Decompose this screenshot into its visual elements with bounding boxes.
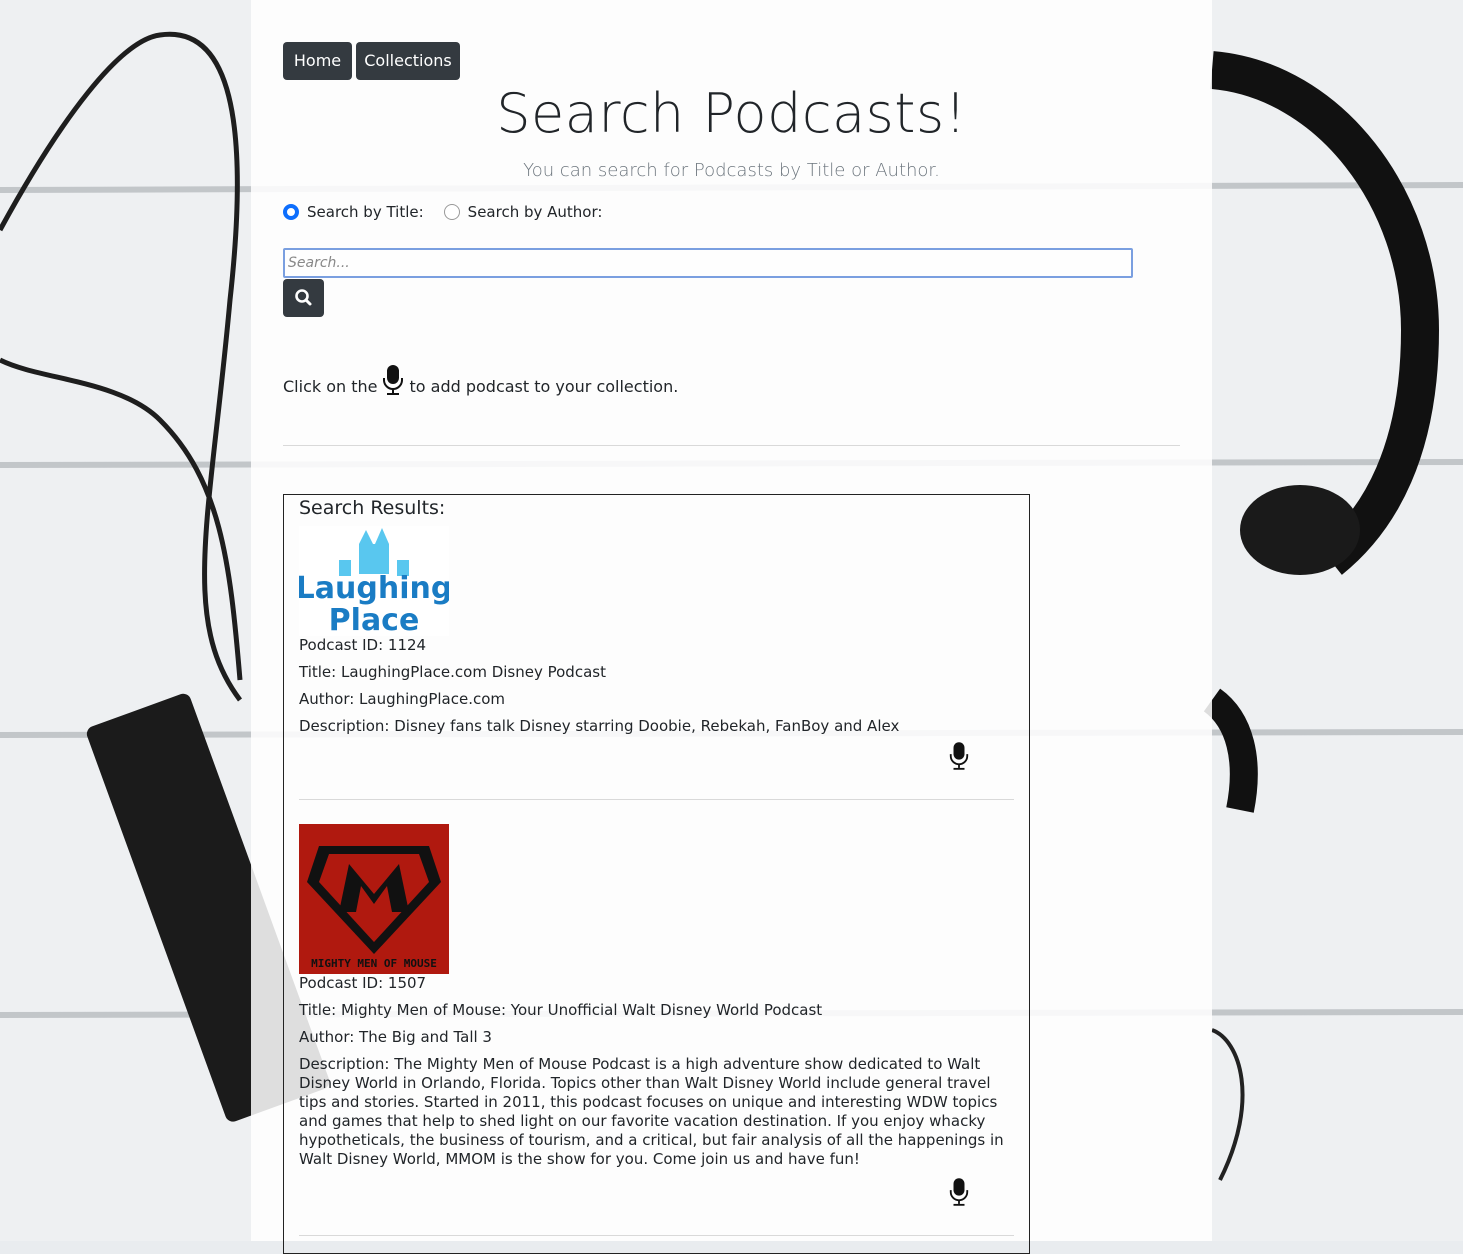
podcast-id: Podcast ID: 1124	[299, 636, 427, 654]
result-divider	[299, 799, 1014, 800]
svg-text:MIGHTY MEN OF MOUSE: MIGHTY MEN OF MOUSE	[311, 957, 437, 970]
search-by-title-label[interactable]: Search by Title:	[307, 203, 424, 221]
podcast-description: Description: Disney fans talk Disney sta…	[299, 717, 900, 735]
search-results-title: Search Results:	[299, 497, 446, 519]
add-to-collection-microphone-icon[interactable]	[948, 741, 970, 771]
search-by-author-radio[interactable]	[443, 204, 460, 220]
divider	[283, 445, 1180, 446]
svg-text:Laughing: Laughing	[299, 571, 449, 606]
collections-button[interactable]: Collections	[356, 42, 460, 80]
podcast-author: Author: LaughingPlace.com	[299, 690, 506, 708]
add-hint-before: Click on the	[283, 377, 378, 396]
search-icon	[295, 289, 312, 306]
search-input[interactable]	[283, 248, 1133, 278]
page-subtitle: You can search for Podcasts by Title or …	[523, 160, 940, 181]
result-item: Laughing Place Podcast ID: 1124 Title: L…	[299, 526, 1014, 736]
search-mode-radios: Search by Title: Search by Author:	[283, 203, 602, 221]
svg-text:Place: Place	[329, 603, 420, 636]
podcast-description: Description: The Mighty Men of Mouse Pod…	[299, 1055, 1004, 1168]
podcast-id: Podcast ID: 1507	[299, 974, 427, 992]
add-hint: Click on the to add podcast to your coll…	[283, 364, 678, 396]
home-button[interactable]: Home	[283, 42, 352, 80]
search-button[interactable]	[283, 279, 324, 317]
podcast-logo-laughing-place: Laughing Place	[299, 526, 449, 636]
result-item: MIGHTY MEN OF MOUSE Podcast ID: 1507 Tit…	[299, 824, 1014, 1169]
podcast-title: Title: LaughingPlace.com Disney Podcast	[299, 663, 606, 681]
podcast-logo-mighty-men-of-mouse: MIGHTY MEN OF MOUSE	[299, 824, 449, 974]
add-hint-after: to add podcast to your collection.	[409, 377, 679, 396]
search-results-panel: Search Results: Laughing Place Podcast I…	[283, 494, 1030, 1254]
podcast-title: Title: Mighty Men of Mouse: Your Unoffic…	[299, 1001, 823, 1019]
search-by-author-label[interactable]: Search by Author:	[468, 203, 603, 221]
search-by-title-radio[interactable]	[283, 204, 299, 220]
page-title: Search Podcasts!	[496, 82, 967, 145]
microphone-icon	[383, 365, 404, 395]
add-to-collection-microphone-icon[interactable]	[948, 1177, 970, 1207]
result-divider	[299, 1235, 1014, 1236]
podcast-author: Author: The Big and Tall 3	[299, 1028, 492, 1046]
